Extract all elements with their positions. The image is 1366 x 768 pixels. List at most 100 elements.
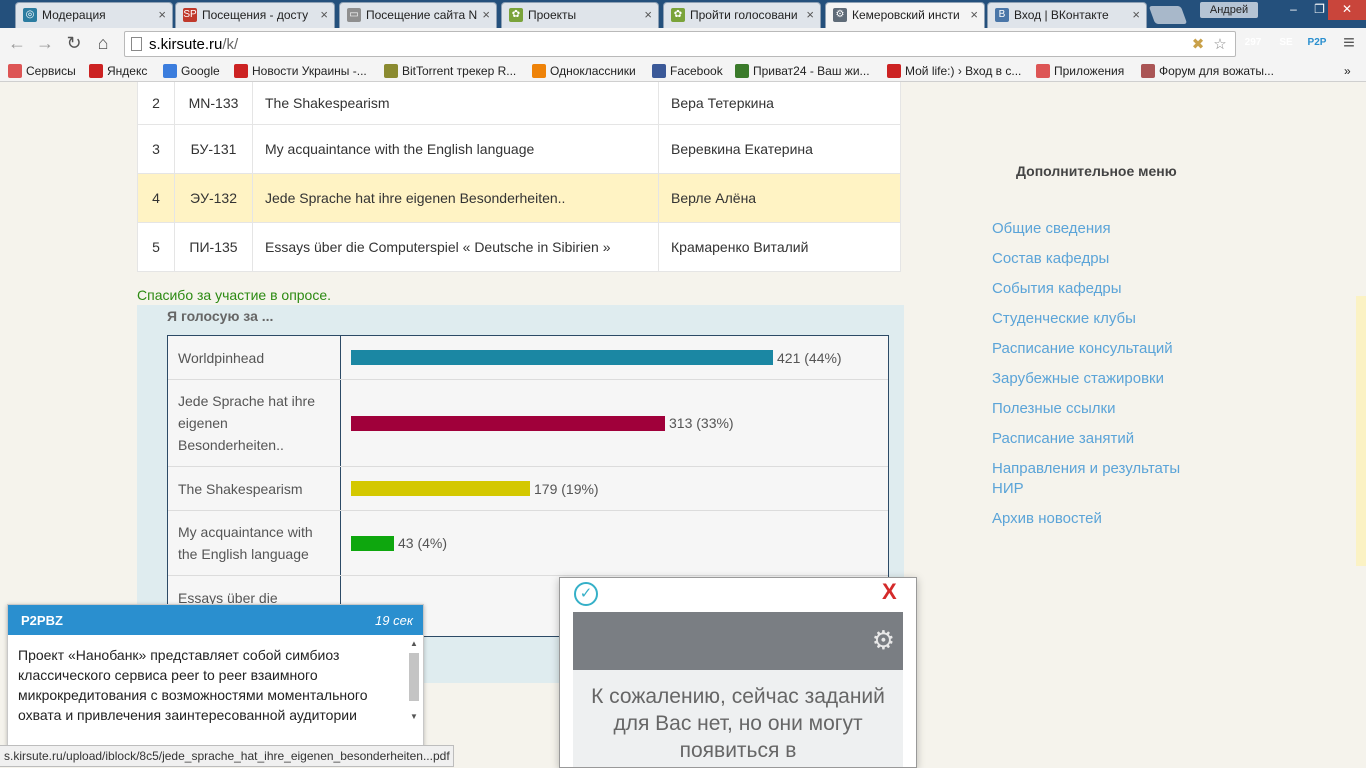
bookmark-item[interactable]: Новости Украины -... — [234, 62, 367, 80]
bookmark-item[interactable]: Яндекс — [89, 62, 147, 80]
project-title[interactable]: Jede Sprache hat ihre eigenen Besonderhe… — [252, 172, 659, 223]
bookmark-item[interactable]: Facebook — [652, 62, 723, 80]
apps-icon — [1036, 64, 1050, 78]
side-menu-link[interactable]: Студенческие клубы — [992, 309, 1136, 329]
project-title[interactable]: The Shakespearism — [252, 82, 659, 125]
browser-tab[interactable]: ✿ Проекты × — [501, 2, 659, 28]
tab-favicon-icon: SP — [183, 8, 197, 22]
side-menu-link[interactable]: События кафедры — [992, 279, 1122, 299]
close-window-button[interactable]: ✕ — [1328, 0, 1366, 20]
side-menu-link[interactable]: Состав кафедры — [992, 249, 1109, 269]
url-text[interactable]: s.kirsute.ru/k/ — [149, 36, 238, 53]
mail-count: 297 — [1244, 37, 1262, 48]
page-scrollbar[interactable] — [1356, 82, 1366, 768]
tab-close-icon[interactable]: × — [806, 3, 814, 27]
tab-title: Модерация — [42, 8, 106, 22]
project-author: Вера Тетеркина — [658, 82, 901, 125]
bookmark-star-icon[interactable]: ☆ — [1211, 36, 1229, 54]
project-group: БУ-131 — [174, 123, 253, 174]
side-menu-link[interactable]: Общие сведения — [992, 219, 1111, 239]
address-bar[interactable]: s.kirsute.ru/k/ ✖ ☆ — [124, 31, 1236, 57]
bookmarks-overflow-icon[interactable]: » — [1344, 62, 1351, 80]
browser-tab[interactable]: SP Посещения - досту × — [175, 2, 335, 28]
side-menu-link[interactable]: Зарубежные стажировки — [992, 369, 1164, 389]
bookmark-item[interactable]: BitTorrent трекер R... — [384, 62, 516, 80]
tab-title: Кемеровский инсти — [852, 8, 960, 22]
task-popup: ✓ X ⚙ К сожалению, сейчас заданий для Ва… — [559, 577, 917, 768]
facebook-icon — [652, 64, 666, 78]
project-title[interactable]: My acquaintance with the English languag… — [252, 123, 659, 174]
forward-icon[interactable]: → — [33, 32, 57, 56]
tab-close-icon[interactable]: × — [644, 3, 652, 27]
bookmark-item[interactable]: Форум для вожаты... — [1141, 62, 1274, 80]
yandex-icon — [89, 64, 103, 78]
project-title[interactable]: Essays über die Computerspiel « Deutsche… — [252, 221, 659, 272]
poll-option-label: My acquaintance with the English languag… — [168, 511, 341, 575]
bookmark-item[interactable]: Сервисы — [8, 62, 76, 80]
browser-tab[interactable]: ◎ Модерация × — [15, 2, 173, 28]
project-author: Крамаренко Виталий — [658, 221, 901, 272]
new-tab-button[interactable] — [1148, 6, 1188, 24]
menu-icon[interactable]: ≡ — [1337, 32, 1361, 56]
task-popup-header: ⚙ — [573, 612, 903, 670]
tab-title: Проекты — [528, 8, 577, 22]
browser-tab[interactable]: B Вход | ВКонтакте × — [987, 2, 1147, 28]
gear-icon[interactable]: ⚙ — [872, 626, 895, 654]
table-row[interactable]: 3 БУ-131 My acquaintance with the English … — [137, 123, 901, 174]
bookmark-item[interactable]: Одноклассники — [532, 62, 636, 80]
browser-tab[interactable]: ▭ Посещение сайта N × — [339, 2, 497, 28]
poll-bar-cell: 43 (4%) — [341, 511, 888, 575]
side-menu-title: Дополнительное меню — [1016, 163, 1177, 179]
notification-text[interactable]: Проект «Нанобанк» представляет собой сим… — [18, 645, 403, 725]
bookmark-label: Facebook — [670, 64, 723, 78]
p2p-extension-icon[interactable]: P2P — [1306, 32, 1328, 54]
projects-table: 2 МN-133 The Shakespearism Вера Тетеркина 3 Б… — [137, 82, 901, 272]
tab-close-icon[interactable]: × — [482, 3, 490, 27]
bookmark-label: Сервисы — [26, 64, 76, 78]
poll-row: My acquaintance with the English languag… — [168, 511, 888, 576]
poll-option-label: Jede Sprache hat ihre eigenen Besonderhe… — [168, 380, 341, 466]
close-icon[interactable]: X — [882, 580, 897, 604]
tab-close-icon[interactable]: × — [1132, 3, 1140, 27]
browser-tab[interactable]: ⚙ Кемеровский инсти × — [825, 2, 985, 28]
poll-vote-count: 43 (4%) — [398, 535, 448, 551]
bookmark-item[interactable]: Приват24 - Ваш жи... — [735, 62, 870, 80]
tab-close-icon[interactable]: × — [320, 3, 328, 27]
side-menu-link[interactable]: Расписание занятий — [992, 429, 1134, 449]
se-extension-icon[interactable]: SE — [1275, 32, 1297, 54]
table-row[interactable]: 4 ЭУ-132 Jede Sprache hat ihre eigenen Bes… — [137, 172, 901, 223]
scroll-up-icon[interactable]: ▲ — [410, 639, 418, 648]
poll-option-label: The Shakespearism — [168, 467, 341, 510]
home-icon[interactable]: ⌂ — [91, 32, 115, 56]
table-row[interactable]: 5 ПИ-135 Essays über die Computerspiel « D… — [137, 221, 901, 272]
project-num: 4 — [137, 172, 175, 223]
side-menu-link[interactable]: Архив новостей — [992, 509, 1102, 529]
notification-scrollbar[interactable]: ▲ ▼ — [408, 639, 420, 721]
mail-extension-icon[interactable]: 297 — [1242, 32, 1264, 54]
scroll-down-icon[interactable]: ▼ — [410, 712, 418, 721]
tab-close-icon[interactable]: × — [158, 3, 166, 27]
cookie-blocked-icon[interactable]: ✖ — [1189, 36, 1207, 54]
notification-scrollbar-thumb[interactable] — [409, 653, 419, 701]
project-num: 2 — [137, 82, 175, 125]
notification-time: 19 сек — [375, 613, 413, 628]
tab-close-icon[interactable]: × — [970, 3, 978, 27]
minimize-button[interactable]: – — [1280, 0, 1307, 20]
poll-vote-count: 179 (19%) — [534, 480, 599, 497]
profile-button[interactable]: Андрей — [1200, 2, 1258, 18]
bookmark-item[interactable]: Google — [163, 62, 220, 80]
side-menu-link[interactable]: Направления и результаты НИР — [992, 459, 1192, 499]
side-menu-link[interactable]: Расписание консультаций — [992, 339, 1173, 359]
browser-tab[interactable]: ✿ Пройти голосовани × — [663, 2, 821, 28]
side-menu-link[interactable]: Полезные ссылки — [992, 399, 1116, 419]
project-group: ПИ-135 — [174, 221, 253, 272]
bookmark-item[interactable]: Мой life:) › Вход в с... — [887, 62, 1021, 80]
table-row[interactable]: 2 МN-133 The Shakespearism Вера Тетеркина — [137, 82, 901, 125]
reload-icon[interactable]: ↻ — [62, 32, 86, 56]
page-scrollbar-thumb[interactable] — [1356, 296, 1366, 566]
p2pbz-notification[interactable]: P2PBZ 19 сек Проект «Нанобанк» представл… — [7, 604, 424, 754]
page-content: 2 МN-133 The Shakespearism Вера Тетеркина 3 Б… — [0, 82, 1366, 768]
bookmark-item[interactable]: Приложения — [1036, 62, 1124, 80]
tab-favicon-icon: ◎ — [23, 8, 37, 22]
back-icon[interactable]: ← — [5, 32, 29, 56]
